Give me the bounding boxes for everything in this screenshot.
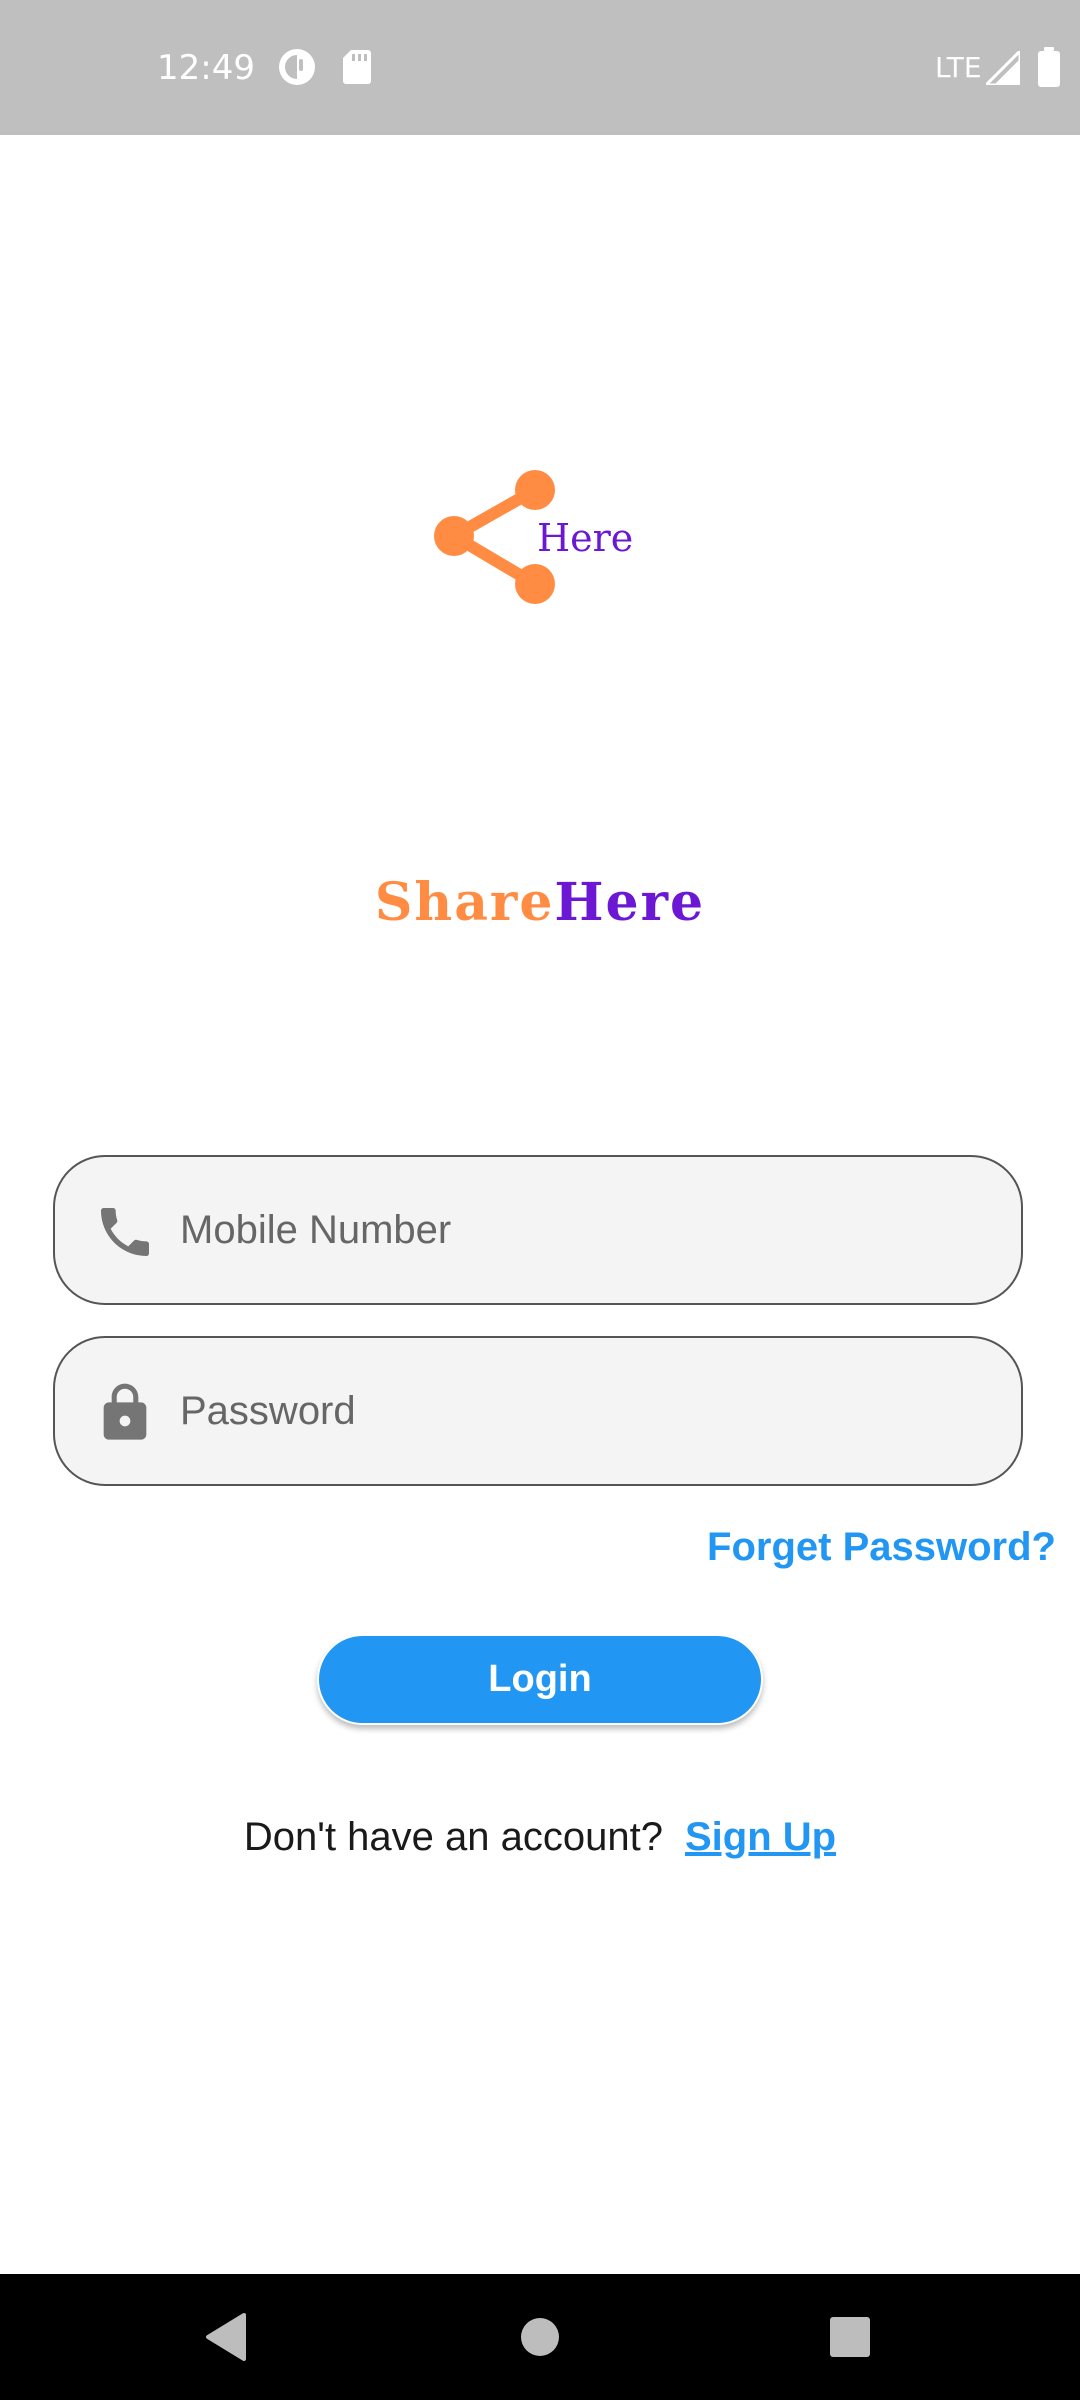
sign-up-link[interactable]: Sign Up (685, 1815, 836, 1859)
login-button[interactable]: Login (317, 1634, 763, 1725)
battery-icon (1038, 47, 1060, 87)
navigation-bar (0, 2274, 1080, 2400)
status-bar: 12:49 LTE (0, 0, 1080, 135)
password-field[interactable] (53, 1336, 1023, 1486)
data-saver-icon (279, 49, 315, 85)
network-type: LTE (935, 51, 982, 84)
signup-row: Don't have an account? Sign Up (0, 1815, 1080, 1860)
lock-icon (103, 1383, 147, 1440)
mobile-number-field[interactable] (53, 1155, 1023, 1305)
mobile-number-input[interactable] (180, 1157, 1000, 1303)
status-time: 12:49 (157, 48, 255, 88)
app-name-share: Share (374, 872, 555, 933)
signal-icon (986, 51, 1020, 85)
back-icon[interactable] (196, 2307, 256, 2367)
sd-card-icon (343, 50, 371, 84)
home-icon[interactable] (510, 2307, 570, 2367)
forget-password-link[interactable]: Forget Password? (707, 1525, 1056, 1570)
recents-icon[interactable] (820, 2307, 880, 2367)
logo-text: Here (537, 516, 633, 560)
app-name: ShareHere (0, 872, 1080, 933)
app-logo: Here (434, 470, 633, 604)
password-input[interactable] (180, 1338, 1000, 1484)
signup-prompt: Don't have an account? (243, 1815, 663, 1859)
app-name-here: Here (554, 872, 706, 933)
phone-icon (101, 1208, 149, 1256)
